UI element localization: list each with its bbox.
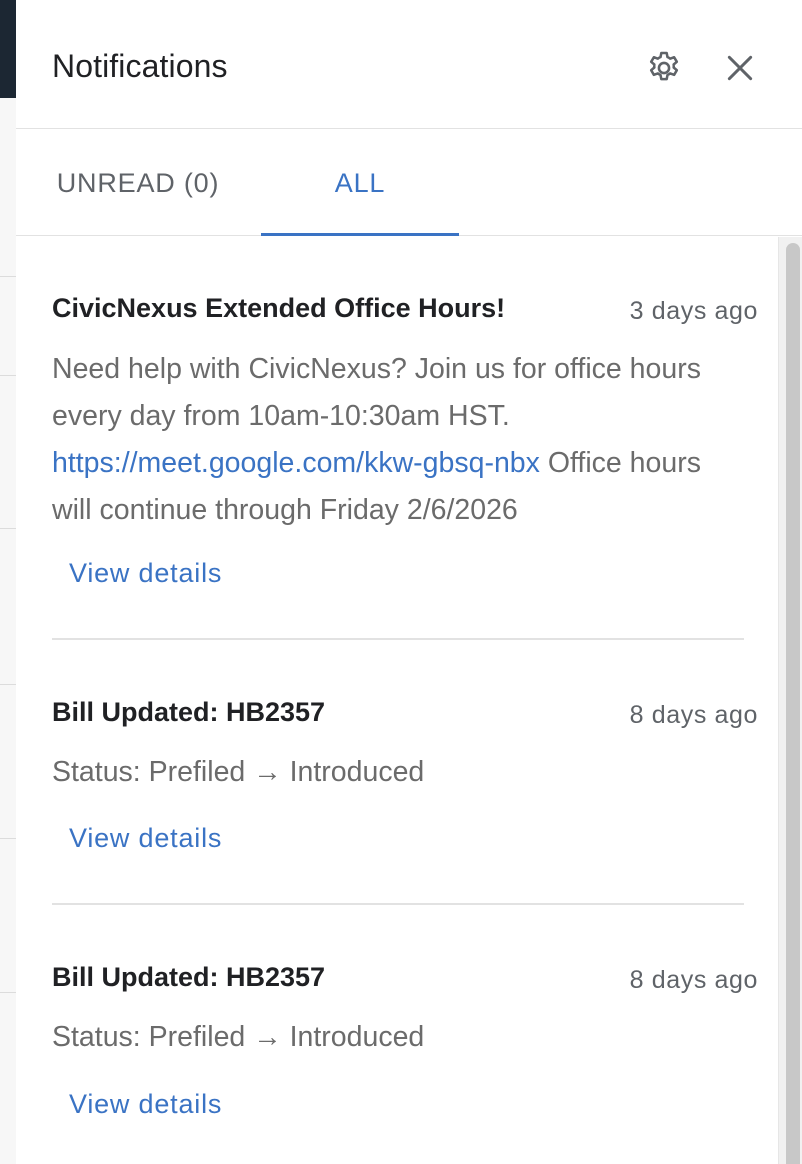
item-divider <box>52 638 744 640</box>
gear-icon <box>649 51 679 81</box>
settings-button[interactable] <box>644 48 684 88</box>
close-icon <box>727 55 753 81</box>
notifications-drawer: Notifications UNREAD (0) ALL CivicNexus … <box>16 0 802 1164</box>
notification-title: CivicNexus Extended Office Hours! <box>52 293 506 323</box>
tab-all[interactable]: ALL <box>261 130 459 236</box>
notification-body: Status: Prefiled → Introduced <box>52 756 425 788</box>
background-row-divider <box>0 528 16 529</box>
tab-unread[interactable]: UNREAD (0) <box>16 130 260 236</box>
background-row-divider <box>0 276 16 277</box>
drawer-title: Notifications <box>52 48 228 84</box>
notification-time: 8 days ago <box>629 966 758 994</box>
notification-body: Need help with CivicNexus? Join us for o… <box>52 346 717 534</box>
background-page <box>0 0 16 1164</box>
scrollbar-thumb[interactable] <box>786 243 800 1164</box>
notification-title: Bill Updated: HB2357 <box>52 697 326 727</box>
background-row-divider <box>0 838 16 839</box>
background-topbar <box>0 0 16 98</box>
background-row-divider <box>0 992 16 993</box>
background-row-divider <box>0 684 16 685</box>
tab-bar: UNREAD (0) ALL <box>16 130 802 236</box>
drawer-header: Notifications <box>16 0 802 129</box>
notification-time: 8 days ago <box>629 701 758 729</box>
view-details-link[interactable]: View details <box>69 558 222 589</box>
notification-title: Bill Updated: HB2357 <box>52 962 326 992</box>
meeting-link[interactable]: https://meet.google.com/kkw-gbsq-nbx <box>52 447 540 479</box>
notification-list[interactable]: CivicNexus Extended Office Hours! 3 days… <box>16 237 802 1164</box>
item-divider <box>52 903 744 905</box>
notification-body-text: Need help with CivicNexus? Join us for o… <box>52 353 701 432</box>
notification-body: Status: Prefiled → Introduced <box>52 1021 425 1053</box>
active-tab-indicator <box>261 233 459 236</box>
close-button[interactable] <box>720 48 760 88</box>
view-details-link[interactable]: View details <box>69 823 222 854</box>
notification-time: 3 days ago <box>629 297 758 325</box>
view-details-link[interactable]: View details <box>69 1089 222 1120</box>
background-row-divider <box>0 375 16 376</box>
